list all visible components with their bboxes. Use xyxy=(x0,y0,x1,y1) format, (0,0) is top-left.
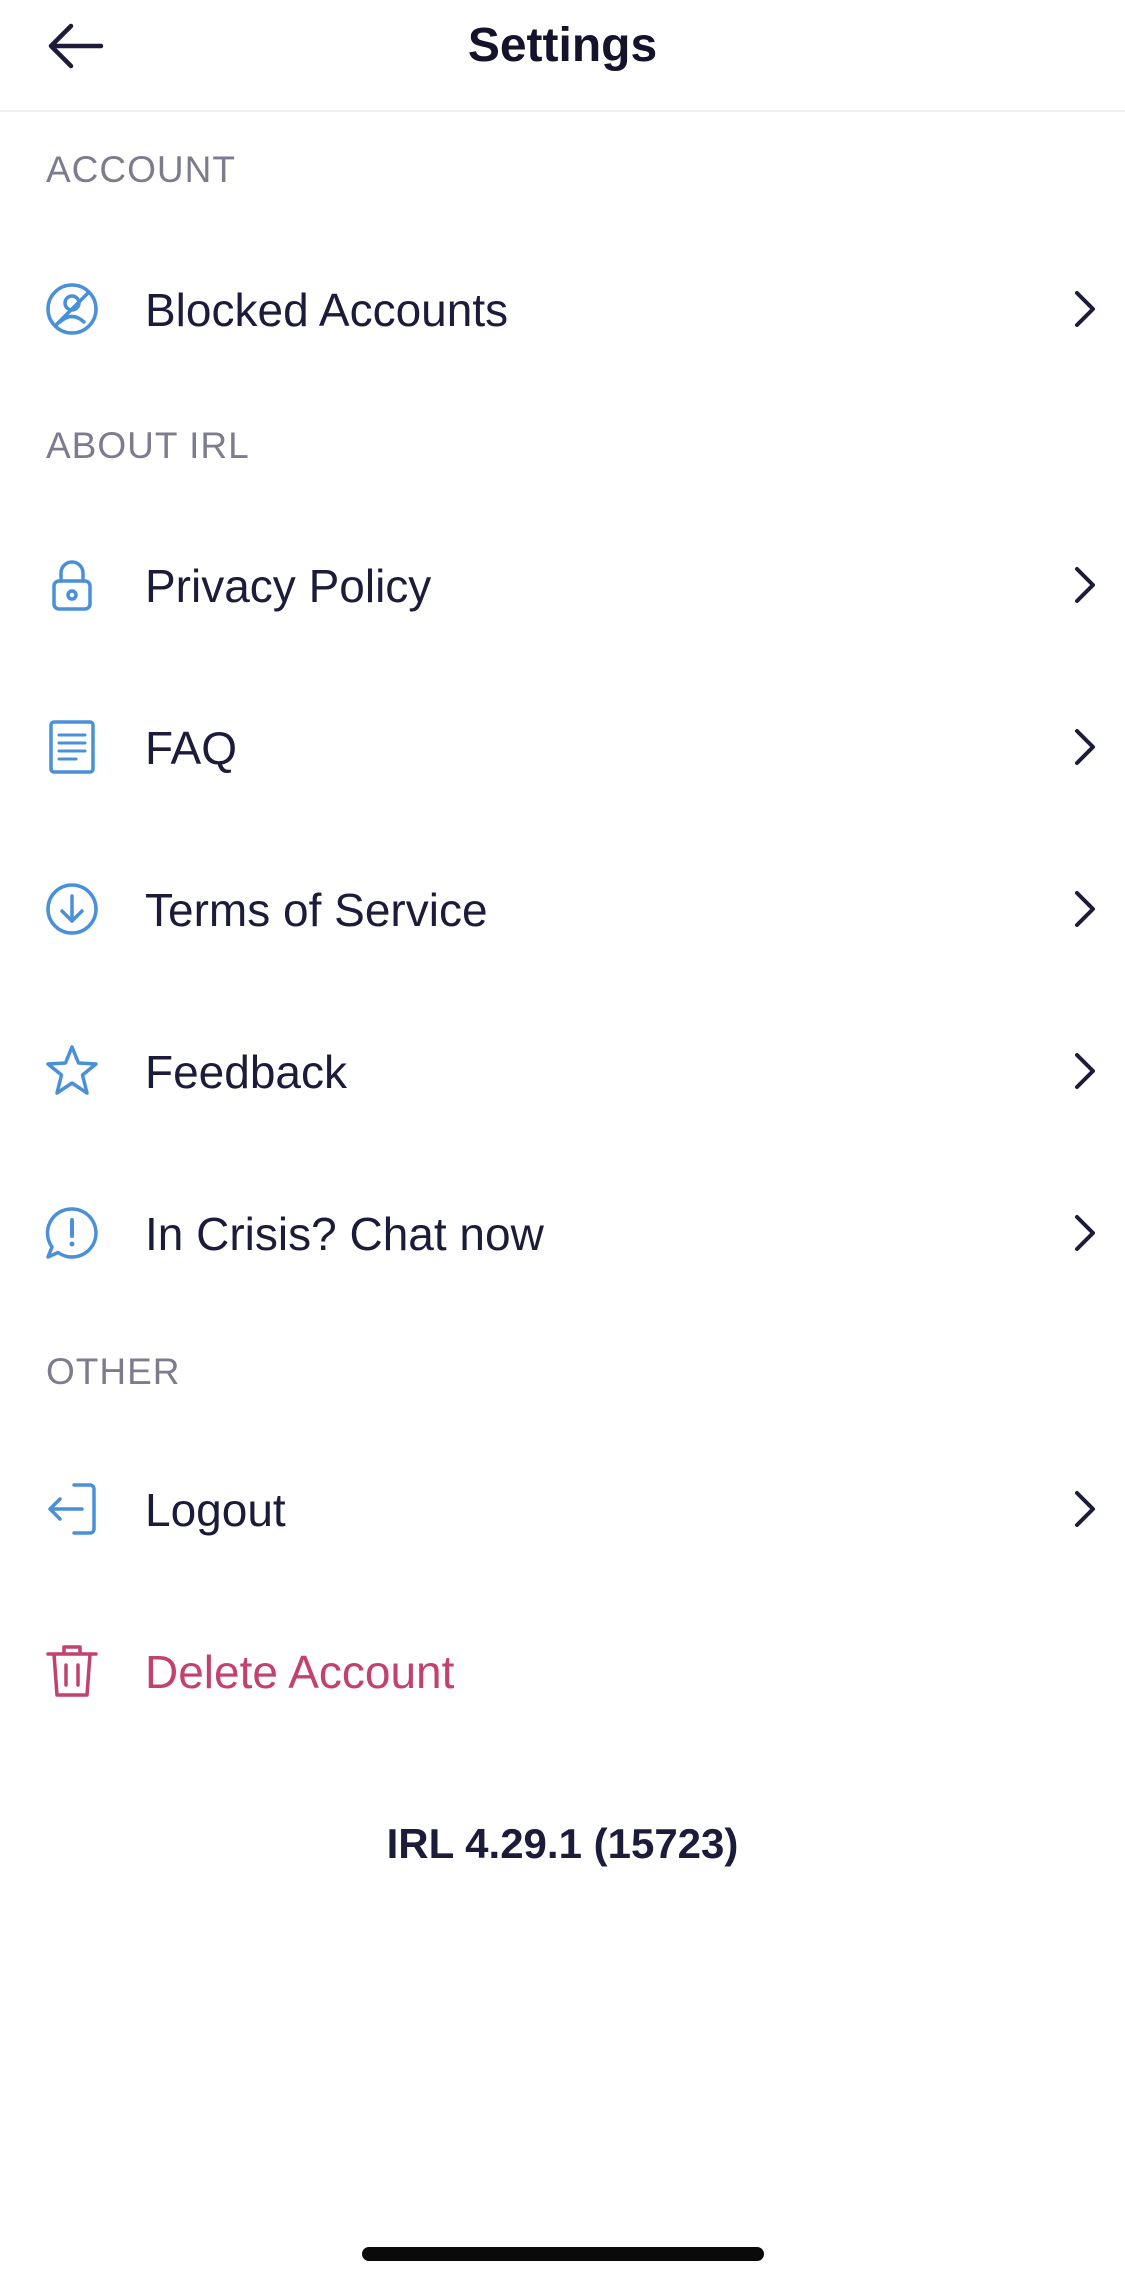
privacy-policy-row[interactable]: Privacy Policy xyxy=(0,509,1125,659)
privacy-policy-label: Privacy Policy xyxy=(145,560,432,612)
faq-label: FAQ xyxy=(145,722,238,774)
chevron-right-icon xyxy=(1075,291,1095,327)
feedback-row[interactable]: Feedback xyxy=(0,995,1125,1145)
logout-label: Logout xyxy=(145,1484,286,1536)
chevron-right-icon xyxy=(1075,1491,1095,1527)
document-icon xyxy=(49,720,95,774)
download-circle-icon xyxy=(46,883,98,935)
chevron-right-icon xyxy=(1075,729,1095,765)
delete-account-label: Delete Account xyxy=(145,1646,455,1698)
blocked-accounts-row[interactable]: Blocked Accounts xyxy=(0,233,1125,383)
crisis-chat-row[interactable]: In Crisis? Chat now xyxy=(0,1157,1125,1307)
page-title: Settings xyxy=(467,19,658,72)
lock-icon xyxy=(52,560,92,611)
chevron-right-icon xyxy=(1075,1053,1095,1089)
star-icon xyxy=(46,1045,98,1095)
crisis-chat-label: In Crisis? Chat now xyxy=(145,1208,544,1260)
terms-of-service-label: Terms of Service xyxy=(145,884,488,936)
app-version: IRL 4.29.1 (15723) xyxy=(386,1820,739,1867)
terms-of-service-row[interactable]: Terms of Service xyxy=(0,833,1125,983)
feedback-label: Feedback xyxy=(145,1046,348,1098)
chevron-right-icon xyxy=(1075,891,1095,927)
trash-icon xyxy=(46,1645,98,1697)
chevron-right-icon xyxy=(1075,567,1095,603)
blocked-user-icon xyxy=(46,283,98,335)
logout-row[interactable]: Logout xyxy=(0,1433,1125,1583)
logout-icon xyxy=(48,1483,96,1535)
section-header-about: ABOUT IRL xyxy=(46,425,250,466)
delete-account-row[interactable]: Delete Account xyxy=(0,1595,1125,1745)
chevron-right-icon xyxy=(1075,1215,1095,1251)
alert-chat-icon xyxy=(45,1207,98,1259)
section-header-account: ACCOUNT xyxy=(46,149,236,190)
blocked-accounts-label: Blocked Accounts xyxy=(145,284,509,336)
header: Settings xyxy=(0,0,1125,112)
home-indicator xyxy=(362,2247,764,2261)
faq-row[interactable]: FAQ xyxy=(0,671,1125,821)
section-header-other: OTHER xyxy=(46,1351,181,1392)
